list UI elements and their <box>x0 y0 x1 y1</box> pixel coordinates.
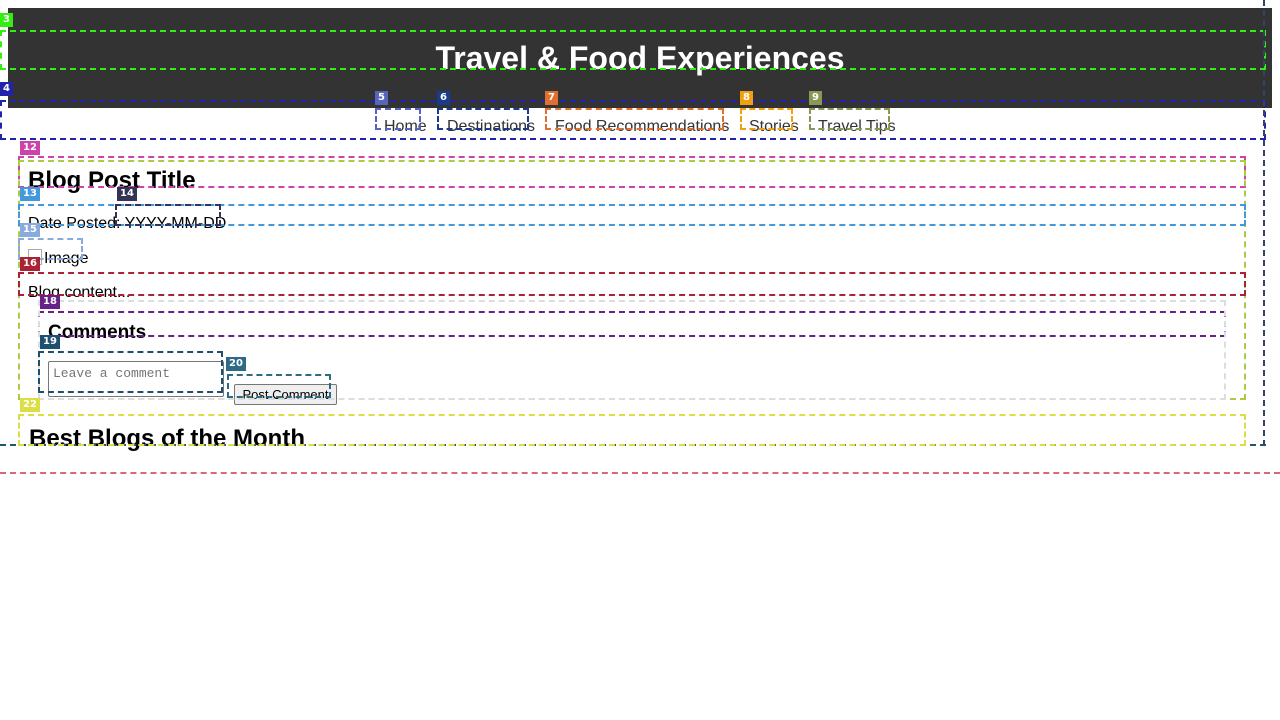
overlay-tag: 8 <box>740 91 753 105</box>
overlay-tag: 16 <box>20 257 40 271</box>
overlay-tag: 4 <box>0 82 13 96</box>
overlay-box-7 <box>545 108 724 130</box>
overlay-tag: 19 <box>40 335 60 349</box>
overlay-tag: 9 <box>809 91 822 105</box>
overlay-tag: 3 <box>0 13 13 27</box>
overlay-box-3 <box>0 30 1266 70</box>
overlay-box-6 <box>437 108 529 130</box>
overlay-tag: 14 <box>117 187 137 201</box>
overlay-tag: 12 <box>20 141 40 155</box>
overlay-box-5 <box>375 108 421 130</box>
overlay-box-9 <box>809 108 890 130</box>
overlay-tag: 5 <box>375 91 388 105</box>
overlay-box-22 <box>18 414 1246 446</box>
overlay-box-16 <box>18 272 1246 296</box>
overlay-box-19 <box>38 351 223 393</box>
overlay-tag: 6 <box>437 91 450 105</box>
overlay-tag: 18 <box>40 295 60 309</box>
overlay-box-0 <box>0 472 1280 474</box>
overlay-tag: 20 <box>226 357 246 371</box>
overlay-tag: 22 <box>20 398 40 412</box>
overlay-box-8 <box>740 108 793 130</box>
overlay-box-20 <box>227 374 331 398</box>
overlay-box-14 <box>115 204 221 226</box>
overlay-tag: 13 <box>20 187 40 201</box>
overlay-tag: 7 <box>545 91 558 105</box>
overlay-tag: 15 <box>20 223 40 237</box>
